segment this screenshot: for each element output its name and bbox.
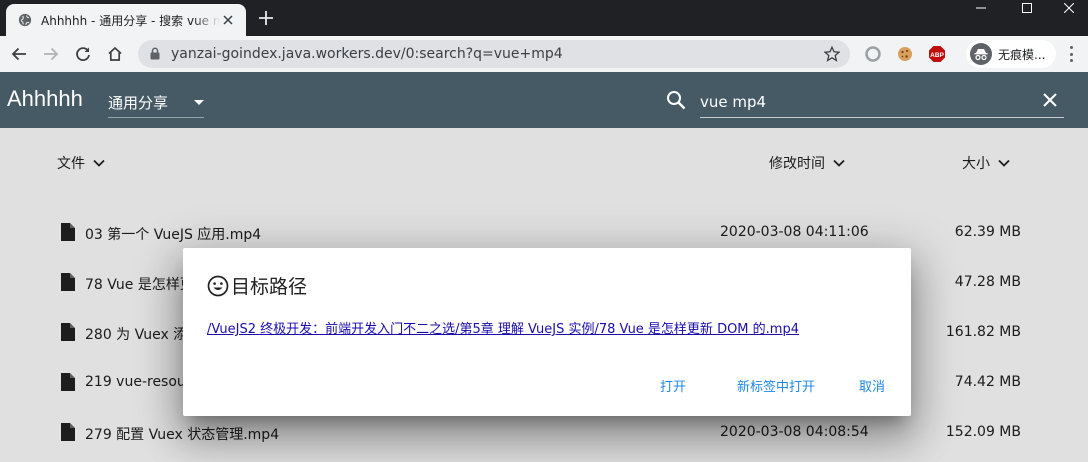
dialog-title: 目标路径 bbox=[207, 272, 307, 299]
minimize-icon[interactable] bbox=[958, 0, 1004, 16]
menu-icon[interactable] bbox=[1068, 46, 1074, 62]
back-icon[interactable] bbox=[7, 42, 31, 66]
close-icon[interactable] bbox=[220, 12, 236, 28]
incognito-icon bbox=[970, 43, 992, 65]
target-path-link[interactable]: /VueJS2 终极开发：前端开发入门不二之选/第5章 理解 VueJS 实例/… bbox=[207, 318, 799, 337]
close-icon[interactable] bbox=[1046, 0, 1088, 16]
cookie-icon[interactable] bbox=[896, 45, 914, 63]
drive-select[interactable]: 通用分享 bbox=[108, 88, 204, 118]
tab-title: Ahhhhh - 通用分享 - 搜索 vue mp4 bbox=[41, 13, 220, 28]
target-path-dialog: 目标路径 /VueJS2 终极开发：前端开发入门不二之选/第5章 理解 VueJ… bbox=[183, 248, 911, 416]
star-icon[interactable] bbox=[824, 46, 840, 62]
home-icon[interactable] bbox=[103, 42, 127, 66]
search-field bbox=[700, 88, 1064, 118]
svg-text:ABP: ABP bbox=[930, 52, 944, 59]
dialog-title-text: 目标路径 bbox=[231, 276, 308, 298]
browser-tab[interactable]: Ahhhhh - 通用分享 - 搜索 vue mp4 bbox=[6, 4, 246, 36]
page-viewport: Ahhhhh 通用分享 文件 修改时间 大小 03 第一个 VueJS 应用.m… bbox=[0, 72, 1088, 462]
maximize-icon[interactable] bbox=[1004, 0, 1050, 16]
extension-icon[interactable] bbox=[864, 45, 882, 63]
forward-icon[interactable] bbox=[39, 42, 63, 66]
open-button[interactable]: 打开 bbox=[660, 376, 686, 395]
incognito-profile-chip[interactable]: 无痕模... bbox=[966, 40, 1056, 68]
drive-select-value: 通用分享 bbox=[108, 94, 169, 112]
site-title[interactable]: Ahhhhh bbox=[7, 86, 83, 112]
lock-icon bbox=[150, 47, 160, 60]
address-bar[interactable]: yanzai-goindex.java.workers.dev/0:search… bbox=[138, 40, 850, 68]
url-text: yanzai-goindex.java.workers.dev/0:search… bbox=[171, 46, 563, 62]
profile-label: 无痕模... bbox=[998, 47, 1046, 62]
open-in-new-tab-button[interactable]: 新标签中打开 bbox=[737, 376, 815, 395]
adblock-icon[interactable]: ABP bbox=[928, 45, 946, 63]
smile-icon bbox=[207, 275, 229, 296]
clear-icon[interactable] bbox=[1043, 93, 1057, 107]
chevron-down-icon bbox=[194, 100, 204, 105]
reload-icon[interactable] bbox=[71, 42, 95, 66]
app-bar: Ahhhhh 通用分享 bbox=[0, 72, 1088, 128]
browser-toolbar: yanzai-goindex.java.workers.dev/0:search… bbox=[0, 36, 1088, 72]
search-input[interactable] bbox=[700, 88, 1030, 116]
globe-icon bbox=[18, 13, 32, 27]
search-icon bbox=[667, 91, 686, 110]
plus-icon[interactable] bbox=[256, 8, 276, 28]
cancel-button[interactable]: 取消 bbox=[859, 376, 885, 395]
browser-tab-strip: Ahhhhh - 通用分享 - 搜索 vue mp4 bbox=[0, 0, 1088, 36]
